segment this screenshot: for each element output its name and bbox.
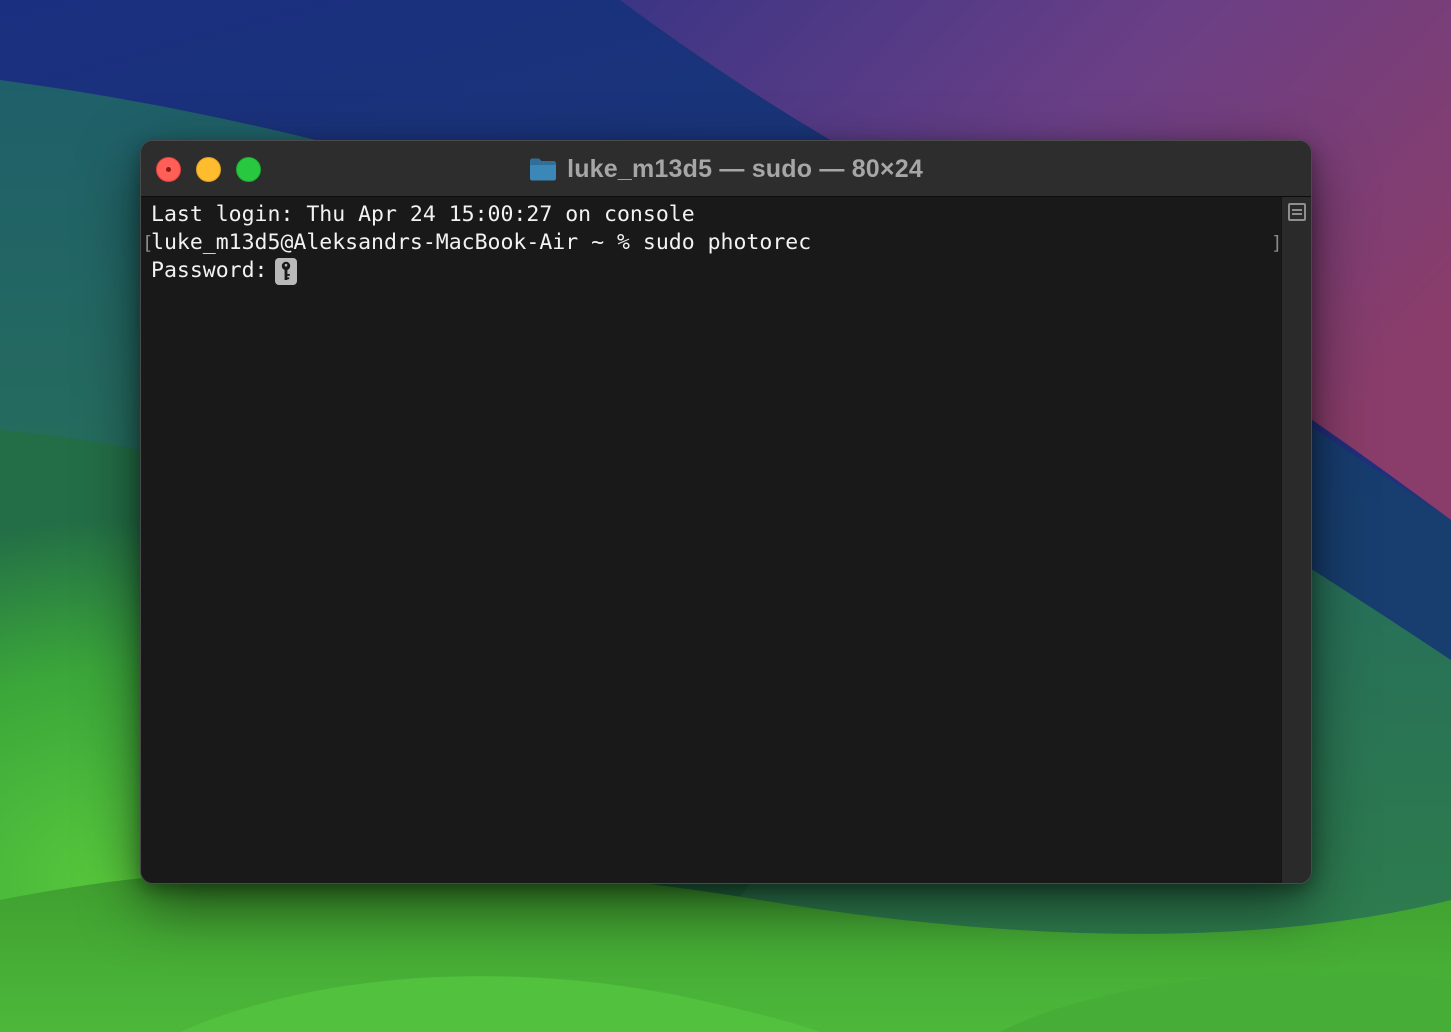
title-bar[interactable]: luke_m13d5 — sudo — 80×24 <box>141 141 1311 197</box>
window-title-area: luke_m13d5 — sudo — 80×24 <box>141 141 1311 197</box>
terminal-output[interactable]: Last login: Thu Apr 24 15:00:27 on conso… <box>141 197 1282 883</box>
window-title: luke_m13d5 — sudo — 80×24 <box>567 154 923 183</box>
marks-list-bar <box>1292 209 1302 211</box>
key-icon <box>275 258 297 285</box>
terminal-line-last-login: Last login: Thu Apr 24 15:00:27 on conso… <box>151 202 695 227</box>
marks-list-bar <box>1292 213 1302 215</box>
terminal-window: luke_m13d5 — sudo — 80×24 Last login: Th… <box>141 141 1311 883</box>
folder-icon <box>530 158 557 181</box>
terminal-line-command: luke_m13d5@Aleksandrs-MacBook-Air ~ % su… <box>151 230 812 255</box>
scrollbar[interactable] <box>1281 197 1311 883</box>
terminal-line-password: Password: <box>151 258 268 283</box>
marks-list-icon[interactable] <box>1288 203 1306 221</box>
